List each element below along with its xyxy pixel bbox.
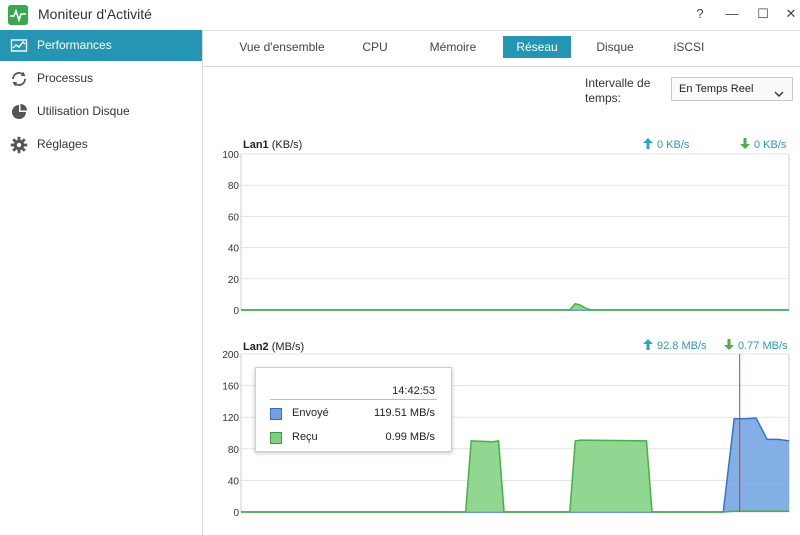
sent-swatch xyxy=(270,408,282,420)
interval-select[interactable]: En Temps Reel xyxy=(671,77,793,101)
arrow-down-icon xyxy=(740,138,750,149)
arrow-up-icon xyxy=(643,339,653,350)
tab-cpu[interactable]: CPU xyxy=(351,36,399,58)
y-tick-label: 100 xyxy=(222,150,239,161)
tab-disque[interactable]: Disque xyxy=(585,36,645,58)
chevron-down-icon xyxy=(774,85,784,97)
minimize-button[interactable]: — xyxy=(720,2,744,26)
received-swatch xyxy=(270,432,282,444)
performance-icon xyxy=(10,37,28,55)
sidebar-item-utilisation-disque[interactable]: Utilisation Disque xyxy=(0,96,202,127)
sidebar-item-label: Utilisation Disque xyxy=(37,104,130,118)
tooltip-row-value: 0.99 MB/s xyxy=(385,431,435,443)
close-button[interactable]: ✕ xyxy=(779,2,800,26)
tab-memoire[interactable]: Mémoire xyxy=(418,36,488,58)
interval-label: Intervalle de temps: xyxy=(585,76,651,105)
sidebar: Performances Processus Utilisation Disqu… xyxy=(0,30,203,535)
gear-icon xyxy=(10,136,28,154)
sidebar-item-label: Performances xyxy=(37,38,112,52)
help-button[interactable]: ? xyxy=(688,2,712,26)
sidebar-item-performances[interactable]: Performances xyxy=(0,30,202,61)
plot-area xyxy=(240,153,790,311)
tooltip-row-value: 119.51 MB/s xyxy=(374,407,435,419)
chart-tooltip: 14:42:53 Envoyé 119.51 MB/s Reçu 0.99 MB… xyxy=(255,367,452,452)
y-tick-label: 20 xyxy=(228,275,240,286)
maximize-button[interactable]: ☐ xyxy=(751,2,775,26)
tooltip-divider xyxy=(270,399,437,400)
sidebar-item-label: Réglages xyxy=(37,137,88,151)
title-bar: Moniteur d'Activité ? — ☐ ✕ xyxy=(0,0,800,31)
tab-iscsi[interactable]: iSCSI xyxy=(659,36,719,58)
y-tick-label: 40 xyxy=(228,244,240,255)
y-tick-label: 120 xyxy=(222,413,239,424)
sidebar-item-processus[interactable]: Processus xyxy=(0,63,202,94)
y-tick-label: 80 xyxy=(228,445,240,456)
y-tick-label: 160 xyxy=(222,382,239,393)
y-tick-label: 60 xyxy=(228,212,240,223)
tooltip-row-name: Reçu xyxy=(292,431,318,443)
y-tick-label: 0 xyxy=(233,306,239,317)
arrow-down-icon xyxy=(724,339,734,350)
tab-reseau[interactable]: Réseau xyxy=(503,36,571,58)
y-tick-label: 0 xyxy=(233,508,239,519)
y-tick-label: 200 xyxy=(222,350,239,361)
sidebar-item-reglages[interactable]: Réglages xyxy=(0,129,202,160)
y-tick-label: 40 xyxy=(228,476,240,487)
y-tick-label: 80 xyxy=(228,181,240,192)
app-title: Moniteur d'Activité xyxy=(38,6,152,22)
tooltip-row-name: Envoyé xyxy=(292,407,329,419)
lan1-chart: 0 20 40 60 80 100 xyxy=(222,150,790,317)
refresh-icon xyxy=(10,70,28,88)
interval-selected-value: En Temps Reel xyxy=(679,83,754,95)
arrow-up-icon xyxy=(643,138,653,149)
pie-icon xyxy=(10,103,28,121)
sidebar-item-label: Processus xyxy=(37,71,94,85)
tooltip-row-sent: Envoyé 119.51 MB/s xyxy=(270,407,435,423)
tooltip-row-received: Reçu 0.99 MB/s xyxy=(270,431,435,447)
tab-vue-ensemble[interactable]: Vue d'ensemble xyxy=(227,36,337,58)
tooltip-time: 14:42:53 xyxy=(392,385,435,397)
tab-bar: Vue d'ensemble CPU Mémoire Réseau Disque… xyxy=(203,30,800,67)
activity-monitor-icon xyxy=(8,5,28,25)
